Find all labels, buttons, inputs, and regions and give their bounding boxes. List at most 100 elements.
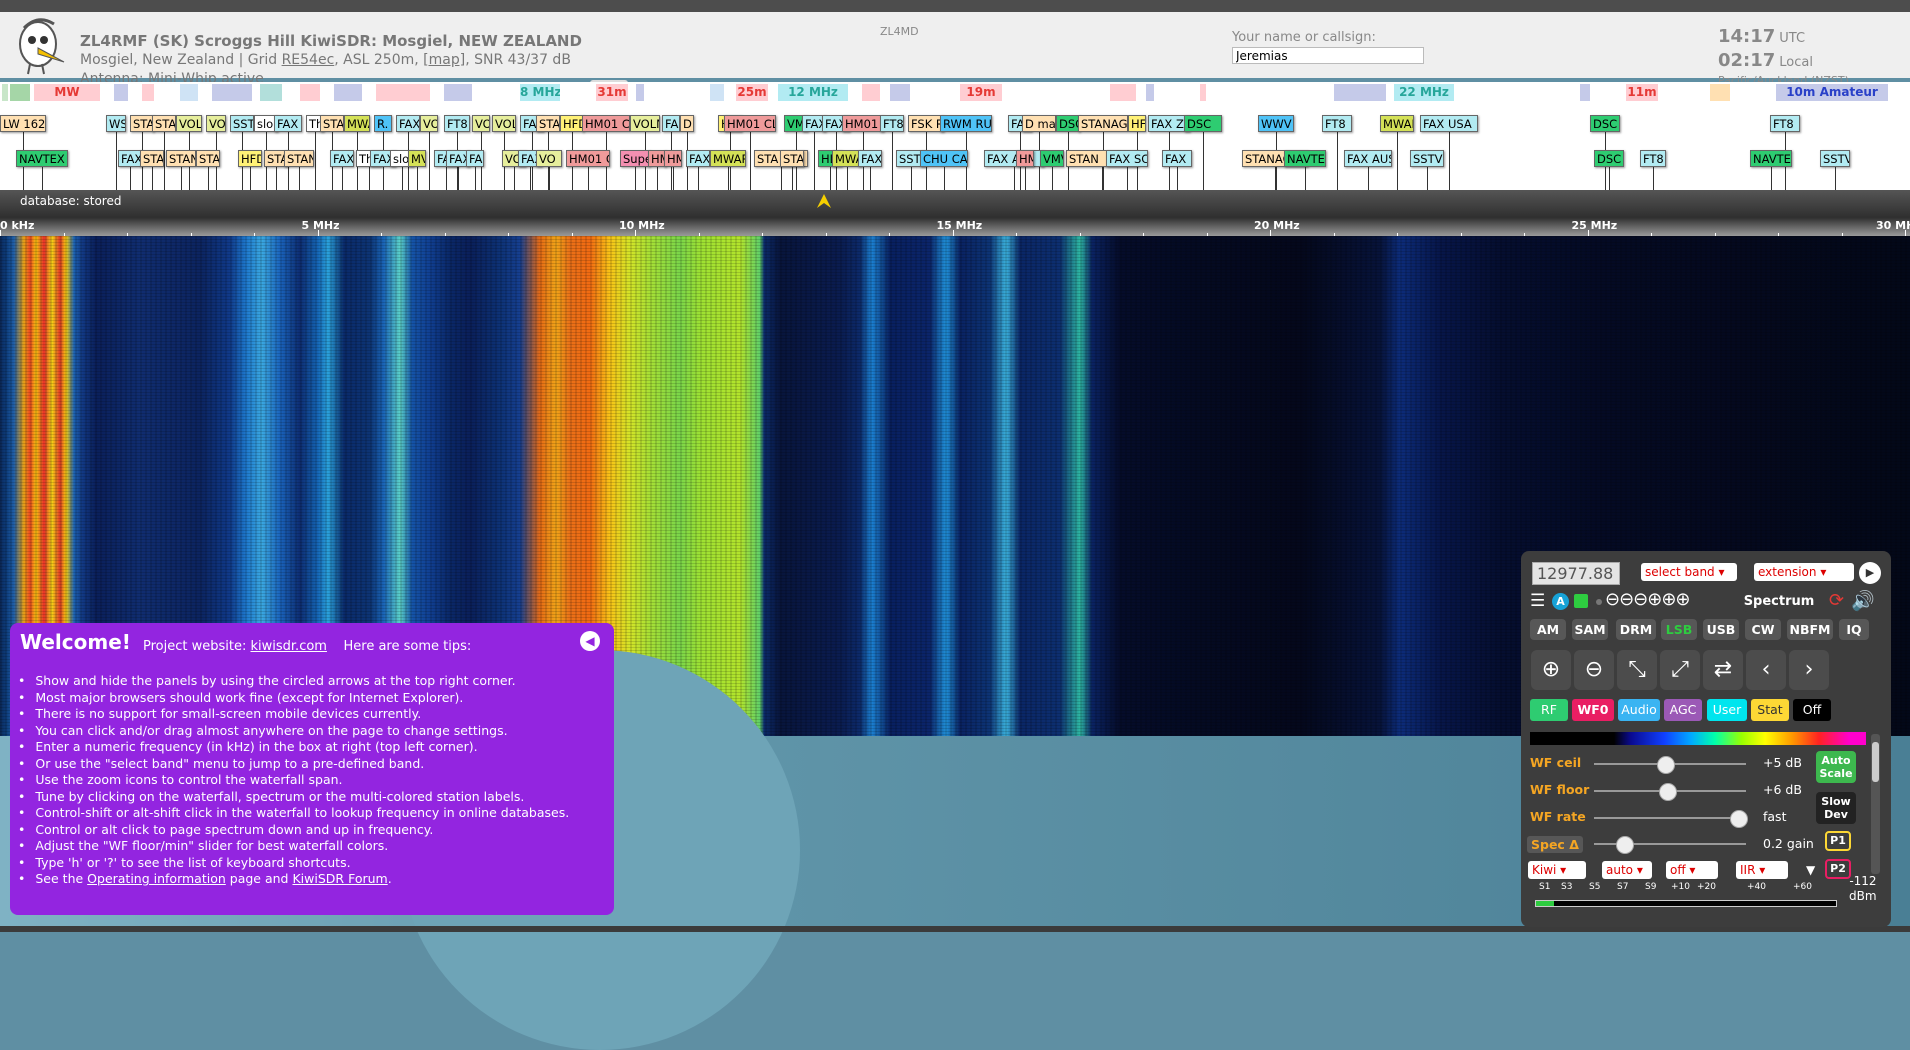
mode-am[interactable]: AM [1530,619,1566,640]
station-label[interactable]: STA [152,115,176,132]
band-segment[interactable] [260,84,282,101]
swap-icon[interactable]: ⇄ [1703,650,1743,690]
band-segment[interactable] [1580,84,1590,101]
station-label[interactable]: VO [420,115,438,132]
station-label[interactable]: VO [536,150,562,167]
zoom-in-icon[interactable]: ⊕ [1531,650,1571,690]
band-segment[interactable] [1110,84,1136,101]
band-segment[interactable] [1710,84,1730,101]
station-label[interactable]: NAVTEX [16,150,68,167]
station-label[interactable]: MWARA [710,150,746,167]
mode-drm[interactable]: DRM [1616,619,1656,640]
band-31m[interactable]: 31m [596,84,628,101]
panel-scrollbar[interactable] [1871,734,1880,874]
wf-rate-slider[interactable] [1594,810,1749,828]
station-label[interactable]: LW 162 [0,115,46,132]
band-25m[interactable]: 25m [736,84,768,101]
station-label[interactable]: HM [1016,150,1034,167]
station-label[interactable]: HFD [560,115,584,132]
wf-floor-thumb[interactable] [1658,783,1677,801]
band-12mhz[interactable]: 12 MHz [778,84,848,101]
station-label[interactable]: FSK R [908,115,944,132]
spec-slider[interactable] [1594,836,1746,854]
tab-rf[interactable]: RF [1530,699,1568,721]
project-link[interactable]: kiwisdr.com [251,639,327,654]
station-label[interactable]: FAX A [984,150,1044,167]
tab-audio[interactable]: Audio [1618,699,1660,721]
band-segment[interactable] [1146,84,1154,101]
station-label[interactable]: STA [536,115,560,132]
station-label[interactable]: HM [664,150,682,167]
more-down-icon[interactable]: ▼ [1806,863,1815,877]
map-link[interactable]: [map] [423,52,465,68]
station-label[interactable]: VOL [492,115,516,132]
operating-info-link[interactable]: Operating information [87,871,226,886]
waterfall-colormap[interactable] [1530,732,1866,745]
band-segment[interactable] [636,84,644,101]
station-label[interactable]: FAX AUS [1344,150,1392,167]
refresh-icon[interactable]: ⟳ [1829,590,1844,611]
speaker-icon[interactable]: 🔊 [1851,589,1875,612]
station-label[interactable]: WWV [1258,115,1294,132]
band-10m-amateur[interactable]: 10m Amateur [1776,84,1888,101]
station-label[interactable]: FAX [396,115,420,132]
spec-delta-button[interactable]: Spec Δ [1527,836,1583,853]
band-segment[interactable] [444,84,472,101]
spectrum-button[interactable]: Spectrum [1743,592,1815,612]
station-label[interactable]: STA [130,115,154,132]
zoom-max-out-icon[interactable]: ⤢ [1660,650,1700,690]
station-label[interactable]: FAX [1162,150,1192,167]
station-label[interactable]: FAX [330,150,354,167]
mode-cw[interactable]: CW [1745,619,1781,640]
station-label[interactable]: STA [196,150,220,167]
band-segment[interactable] [710,84,724,101]
station-label[interactable]: FA [466,150,484,167]
mode-sam[interactable]: SAM [1572,619,1608,640]
mode-nbfm[interactable]: NBFM [1787,619,1833,640]
station-label[interactable]: STANAG [1078,115,1128,132]
page-up-icon[interactable]: › [1789,650,1829,690]
station-label[interactable]: HM01 C [582,115,630,132]
band-segment[interactable] [114,84,128,101]
frequency-input[interactable] [1532,562,1620,585]
station-label[interactable]: FT8 [1322,115,1352,132]
station-label[interactable]: MV [408,150,426,167]
band-segment[interactable] [890,84,910,101]
station-label[interactable]: STAN [284,150,314,167]
station-label[interactable]: NAVTEX [1284,150,1326,167]
band-mw[interactable]: MW [34,84,100,101]
auto-scale-button[interactable]: Auto Scale [1816,751,1856,783]
scrollbar-thumb[interactable] [1872,742,1879,782]
band-segment[interactable] [376,84,430,101]
zoom-minus-icon[interactable]: ⊖⊖⊖⊕⊕⊕ [1605,589,1690,610]
station-label[interactable]: STA [140,150,164,167]
extension-dropdown[interactable]: extension ▾ [1754,563,1854,581]
preset-p1-button[interactable]: P1 [1825,831,1851,851]
station-label[interactable]: HM01 CL [724,115,776,132]
station-label[interactable]: HM01 C [566,150,610,167]
station-label[interactable]: Supe [620,150,650,167]
station-label[interactable]: FAX [274,115,302,132]
station-label[interactable]: D [680,115,694,132]
station-label[interactable]: D ma [1022,115,1056,132]
station-label[interactable]: STA [320,115,344,132]
slow-dev-button[interactable]: Slow Dev [1816,792,1856,824]
station-label[interactable]: DSC [1590,115,1620,132]
callsign-input[interactable] [1232,47,1424,64]
tab-off[interactable]: Off [1793,699,1831,721]
tab-stat[interactable]: Stat [1751,699,1789,721]
band-segment[interactable] [212,84,252,101]
page-down-icon[interactable]: ‹ [1746,650,1786,690]
station-label[interactable]: MWAR [1380,115,1414,132]
carrier-marker-icon[interactable] [815,192,833,210]
station-label[interactable]: FT8 [1770,115,1800,132]
band-8mhz[interactable]: 8 MHz [520,84,560,101]
station-label[interactable]: DSC [1184,115,1222,132]
zoom-to-band-icon[interactable]: ⤡ [1617,650,1657,690]
station-label[interactable]: RWM RUS [940,115,992,132]
wf-floor-slider[interactable] [1594,783,1746,801]
band-segment[interactable] [180,84,198,101]
band-segment[interactable] [862,84,880,101]
station-label[interactable]: VOL [176,115,202,132]
spec-thumb[interactable] [1616,836,1635,854]
